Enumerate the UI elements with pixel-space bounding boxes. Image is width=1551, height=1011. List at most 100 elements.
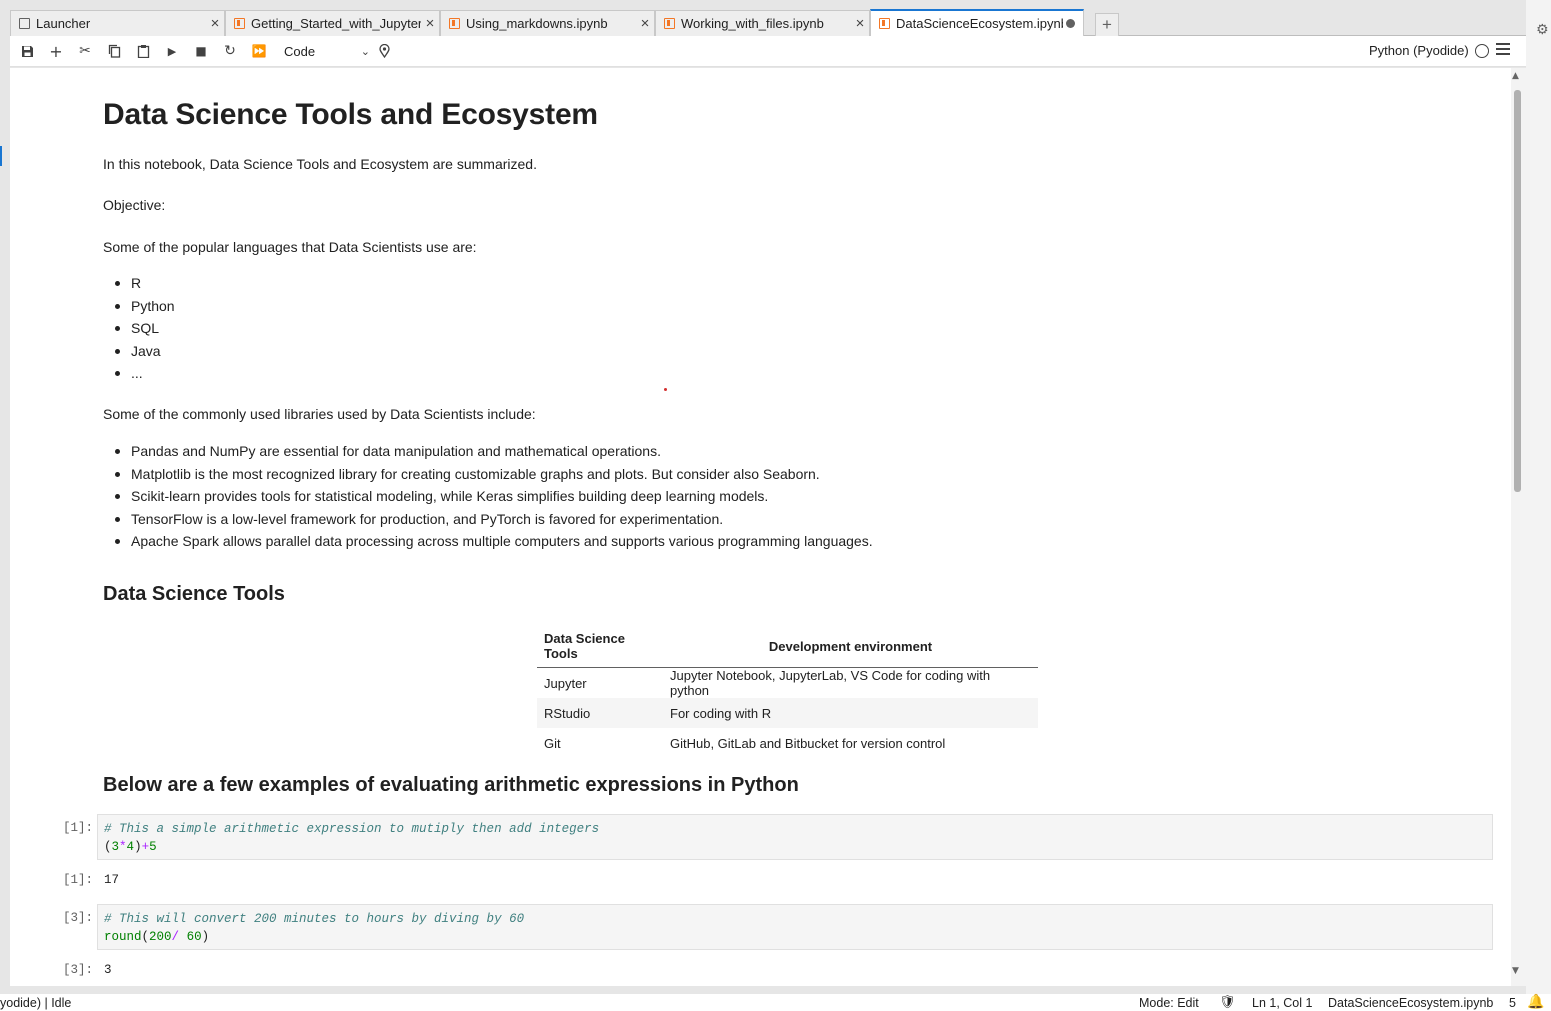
list-item: Scikit-learn provides tools for statisti… (103, 486, 873, 509)
code-line: (3*4)+5 (104, 840, 157, 854)
libraries-list: Pandas and NumPy are essential for data … (103, 441, 873, 554)
list-item: Java (103, 341, 175, 364)
table-cell: For coding with R (663, 698, 1038, 728)
table-row: Git GitHub, GitLab and Bitbucket for ver… (537, 728, 1038, 758)
shield-check-icon[interactable]: 🛡 (1219, 995, 1236, 1010)
vertical-scrollbar[interactable]: ▲ ▼ (1511, 68, 1526, 986)
close-icon[interactable]: × (421, 15, 439, 32)
tab-label: DataScienceEcosystem.ipynb (896, 16, 1063, 31)
scrollbar-thumb[interactable] (1514, 90, 1521, 492)
output-prompt: [1]: (62, 873, 93, 887)
sidebar-active-marker (0, 146, 2, 166)
code-cell-editor[interactable]: # This a simple arithmetic expression to… (97, 814, 1493, 860)
scroll-down-icon[interactable]: ▼ (1512, 966, 1519, 976)
table-header: Development environment (663, 624, 1038, 668)
chevron-down-icon: ⌄ (360, 45, 370, 58)
bell-icon[interactable]: 🔔 (1527, 994, 1544, 1010)
cursor-dot (664, 388, 667, 391)
cut-icon[interactable]: ✂ (74, 41, 96, 61)
close-icon[interactable]: × (206, 15, 224, 32)
table-row: RStudio For coding with R (537, 698, 1038, 728)
list-item: SQL (103, 318, 175, 341)
languages-list: R Python SQL Java ... (103, 273, 175, 386)
scroll-up-icon[interactable]: ▲ (1512, 71, 1519, 81)
table-cell: RStudio (537, 698, 663, 728)
tab-using-markdowns[interactable]: Using_markdowns.ipynb × (440, 10, 655, 36)
input-prompt: [1]: (62, 821, 93, 835)
list-item: TensorFlow is a low-level framework for … (103, 509, 873, 532)
save-icon[interactable] (16, 41, 38, 61)
list-item: Apache Spark allows parallel data proces… (103, 531, 873, 554)
map-pin-icon[interactable] (373, 41, 395, 61)
mode-indicator: Mode: Edit (1139, 996, 1199, 1010)
cell-type-value: Code (284, 44, 316, 59)
table-row: Jupyter Jupyter Notebook, JupyterLab, VS… (537, 668, 1038, 698)
notebook-title: Data Science Tools and Ecosystem (103, 98, 598, 131)
examples-heading: Below are a few examples of evaluating a… (103, 774, 799, 796)
menu-icon[interactable] (1496, 43, 1510, 57)
code-comment: # This a simple arithmetic expression to… (104, 822, 600, 836)
copy-icon[interactable] (103, 41, 125, 61)
run-icon[interactable]: ▶ (161, 41, 183, 61)
tab-data-science-ecosystem[interactable]: DataScienceEcosystem.ipynb (870, 9, 1084, 36)
tab-label: Getting_Started_with_Jupyter (251, 16, 421, 31)
code-comment: # This will convert 200 minutes to hours… (104, 912, 525, 926)
status-filename: DataScienceEcosystem.ipynb (1328, 996, 1494, 1010)
tools-table: Data Science Tools Development environme… (537, 624, 1038, 758)
list-item: Python (103, 296, 175, 319)
paste-icon[interactable] (132, 41, 154, 61)
list-item: R (103, 273, 175, 296)
close-icon[interactable]: × (851, 15, 869, 32)
notification-count: 5 (1509, 996, 1516, 1010)
tab-launcher[interactable]: Launcher × (10, 10, 225, 36)
tab-label: Using_markdowns.ipynb (466, 16, 608, 31)
status-bar: yodide) | Idle Mode: Edit 🛡 Ln 1, Col 1 … (0, 994, 1551, 1011)
cell-output: 3 (104, 963, 112, 977)
tab-getting-started[interactable]: Getting_Started_with_Jupyter × (225, 10, 440, 36)
new-launcher-button[interactable]: + (1095, 13, 1119, 37)
output-prompt: [3]: (62, 963, 93, 977)
add-cell-icon[interactable]: + (45, 41, 67, 61)
list-item: ... (103, 363, 175, 386)
unsaved-indicator-icon[interactable] (1066, 19, 1075, 28)
tab-working-with-files[interactable]: Working_with_files.ipynb × (655, 10, 870, 36)
launcher-icon (19, 18, 30, 29)
cell-output: 17 (104, 873, 120, 887)
stop-icon[interactable]: ■ (190, 41, 212, 61)
kernel-status[interactable]: yodide) | Idle (0, 996, 71, 1010)
right-sidebar-strip (1526, 0, 1551, 994)
fast-forward-icon[interactable]: ⏩ (248, 41, 270, 61)
tab-label: Launcher (36, 16, 91, 31)
table-cell: Jupyter (544, 675, 587, 691)
restart-icon[interactable]: ↻ (219, 41, 241, 61)
intro-paragraph: In this notebook, Data Science Tools and… (103, 156, 537, 172)
notebook-icon (449, 18, 460, 29)
libraries-intro: Some of the commonly used libraries used… (103, 406, 536, 422)
tab-label: Working_with_files.ipynb (681, 16, 824, 31)
list-item: Matplotlib is the most recognized librar… (103, 464, 873, 487)
close-icon[interactable]: × (636, 15, 654, 32)
code-cell-editor[interactable]: # This will convert 200 minutes to hours… (97, 904, 1493, 950)
left-sidebar-strip (0, 0, 10, 994)
list-item: Pandas and NumPy are essential for data … (103, 441, 873, 464)
notebook-panel[interactable]: Data Science Tools and Ecosystem In this… (10, 68, 1526, 986)
notebook-toolbar: + ✂ ▶ ■ ↻ ⏩ Code ⌄ Python (Pyodide) (10, 36, 1526, 67)
document-tab-bar: Launcher × Getting_Started_with_Jupyter … (10, 5, 1526, 37)
cell-type-dropdown[interactable]: Code ⌄ (282, 41, 370, 62)
notebook-icon (664, 18, 675, 29)
notebook-icon (879, 18, 890, 29)
table-header-row: Data Science Tools Development environme… (537, 624, 1038, 668)
cursor-position[interactable]: Ln 1, Col 1 (1252, 996, 1312, 1010)
table-cell: GitHub, GitLab and Bitbucket for version… (670, 735, 946, 751)
property-inspector-gear-icon[interactable]: ⚙ (1536, 22, 1549, 38)
languages-intro: Some of the popular languages that Data … (103, 239, 477, 255)
table-cell: Jupyter Notebook, JupyterLab, VS Code fo… (670, 668, 991, 698)
table-cell: Git (544, 735, 561, 751)
objective-paragraph: Objective: (103, 197, 166, 213)
tools-heading: Data Science Tools (103, 583, 285, 605)
code-line: round(200/ 60) (104, 930, 210, 944)
input-prompt: [3]: (62, 911, 93, 925)
table-header: Data Science Tools (537, 624, 663, 668)
kernel-status-icon (1475, 44, 1489, 58)
kernel-name-button[interactable]: Python (Pyodide) (1369, 43, 1469, 58)
